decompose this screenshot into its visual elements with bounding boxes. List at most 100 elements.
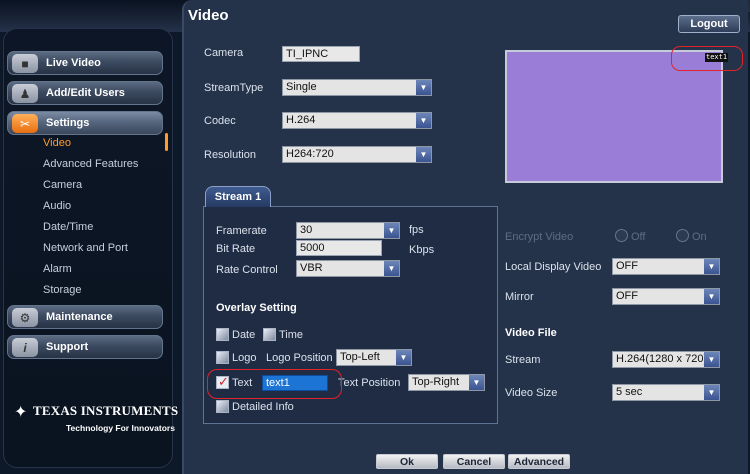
resolution-value: H264:720	[286, 148, 334, 160]
sidebar-item-alarm[interactable]: Alarm	[43, 263, 72, 275]
nav-maintenance[interactable]: ⚙ Maintenance	[7, 305, 163, 329]
dropdown-arrow-icon: ▼	[416, 80, 431, 95]
maintenance-icon: ⚙	[12, 308, 38, 327]
date-label: Date	[232, 329, 256, 341]
sidebar-item-network-and-port[interactable]: Network and Port	[43, 242, 128, 254]
brand-name: TEXAS INSTRUMENTS	[33, 403, 179, 418]
dropdown-arrow-icon: ▼	[704, 289, 719, 304]
time-checkbox[interactable]	[263, 328, 276, 341]
overlay-setting-heading: Overlay Setting	[216, 302, 297, 314]
logo-checkbox[interactable]	[216, 351, 229, 364]
tab-stream-1[interactable]: Stream 1	[205, 186, 271, 207]
sidebar-item-audio[interactable]: Audio	[43, 200, 71, 212]
dropdown-arrow-icon: ▼	[396, 350, 411, 365]
video-size-select[interactable]: 5 sec ▼	[612, 384, 720, 401]
local-display-value: OFF	[616, 260, 638, 272]
streamtype-value: Single	[286, 81, 317, 93]
resolution-select[interactable]: H264:720 ▼	[282, 146, 432, 163]
streamtype-select[interactable]: Single ▼	[282, 79, 432, 96]
dropdown-arrow-icon: ▼	[384, 261, 399, 276]
nav-add-edit-users[interactable]: ♟ Add/Edit Users	[7, 81, 163, 105]
dropdown-arrow-icon: ▼	[704, 352, 719, 367]
local-display-label: Local Display Video	[505, 261, 602, 273]
dropdown-arrow-icon: ▼	[469, 375, 484, 390]
encrypt-off-radio[interactable]	[615, 229, 628, 242]
mirror-value: OFF	[616, 290, 638, 302]
nav-live-video-label: Live Video	[46, 57, 101, 69]
video-size-label: Video Size	[505, 387, 558, 399]
video-file-stream-select[interactable]: H.264(1280 x 720) ▼	[612, 351, 720, 368]
camera-label: Camera	[204, 47, 244, 59]
ti-logo-icon: ✦	[14, 404, 28, 421]
framerate-unit: fps	[409, 224, 424, 236]
local-display-select[interactable]: OFF ▼	[612, 258, 720, 275]
sidebar-item-date-time[interactable]: Date/Time	[43, 221, 93, 233]
ratecontrol-label: Rate Control	[216, 264, 278, 276]
stream-label: Stream	[505, 354, 541, 366]
brand-tagline: Technology For Innovators	[66, 423, 175, 433]
codec-value: H.264	[286, 114, 316, 126]
info-icon: i	[12, 338, 38, 357]
highlight-ring-text	[207, 369, 342, 399]
dropdown-arrow-icon: ▼	[704, 259, 719, 274]
page-title: Video	[188, 7, 229, 24]
ratecontrol-value: VBR	[300, 262, 323, 274]
encrypt-on-radio[interactable]	[676, 229, 689, 242]
sidebar-item-advanced-features[interactable]: Advanced Features	[43, 158, 138, 170]
codec-label: Codec	[204, 115, 236, 127]
sidebar-item-storage[interactable]: Storage	[43, 284, 82, 296]
logo-position-value: Top-Left	[340, 351, 380, 363]
time-label: Time	[279, 329, 304, 341]
framerate-select[interactable]: 30 ▼	[296, 222, 400, 239]
dropdown-arrow-icon: ▼	[384, 223, 399, 238]
active-indicator	[165, 133, 168, 151]
codec-select[interactable]: H.264 ▼	[282, 112, 432, 129]
sidebar-item-video[interactable]: Video	[43, 137, 71, 149]
cancel-button[interactable]: Cancel	[443, 454, 505, 469]
settings-tools-icon: ✂	[12, 114, 38, 133]
text-position-label: Text Position	[338, 377, 401, 389]
framerate-label: Framerate	[216, 225, 267, 237]
framerate-value: 30	[300, 224, 313, 236]
logo-label: Logo	[232, 352, 257, 364]
nav-support-label: Support	[46, 341, 89, 353]
mirror-label: Mirror	[505, 291, 534, 303]
nav-support[interactable]: i Support	[7, 335, 163, 359]
resolution-label: Resolution	[204, 149, 256, 161]
highlight-ring-preview	[671, 46, 743, 71]
detailed-info-label: Detailed Info	[232, 401, 294, 413]
advanced-button[interactable]: Advanced	[508, 454, 570, 469]
dropdown-arrow-icon: ▼	[416, 113, 431, 128]
ratecontrol-select[interactable]: VBR ▼	[296, 260, 400, 277]
nav-settings-label: Settings	[46, 117, 90, 129]
encrypt-on-label: On	[692, 231, 707, 243]
encrypt-video-label: Encrypt Video	[505, 231, 574, 243]
video-file-heading: Video File	[505, 327, 557, 339]
detailed-info-checkbox[interactable]	[216, 400, 229, 413]
bitrate-label: Bit Rate	[216, 243, 256, 255]
nav-maintenance-label: Maintenance	[46, 311, 113, 323]
logo-position-select[interactable]: Top-Left ▼	[336, 349, 412, 366]
nav-settings[interactable]: ✂ Settings	[7, 111, 163, 135]
sidebar-item-camera[interactable]: Camera	[43, 179, 82, 191]
ok-button[interactable]: Ok	[376, 454, 438, 469]
camera-name-field[interactable]: TI_IPNC	[282, 46, 360, 62]
encrypt-off-label: Off	[631, 231, 646, 243]
add-user-icon: ♟	[12, 84, 38, 103]
logo-position-label: Logo Position	[266, 352, 333, 364]
date-checkbox[interactable]	[216, 328, 229, 341]
text-position-value: Top-Right	[412, 376, 460, 388]
text-position-select[interactable]: Top-Right ▼	[408, 374, 485, 391]
nav-live-video[interactable]: ■ Live Video	[7, 51, 163, 75]
video-file-stream-value: H.264(1280 x 720)	[616, 353, 708, 365]
dropdown-arrow-icon: ▼	[704, 385, 719, 400]
dropdown-arrow-icon: ▼	[416, 147, 431, 162]
bitrate-field[interactable]: 5000	[296, 240, 382, 256]
logout-button[interactable]: Logout	[678, 15, 740, 33]
video-size-value: 5 sec	[616, 386, 643, 398]
video-camera-icon: ■	[12, 54, 38, 73]
streamtype-label: StreamType	[204, 82, 264, 94]
nav-add-edit-users-label: Add/Edit Users	[46, 87, 125, 99]
mirror-select[interactable]: OFF ▼	[612, 288, 720, 305]
bitrate-unit: Kbps	[409, 244, 435, 256]
